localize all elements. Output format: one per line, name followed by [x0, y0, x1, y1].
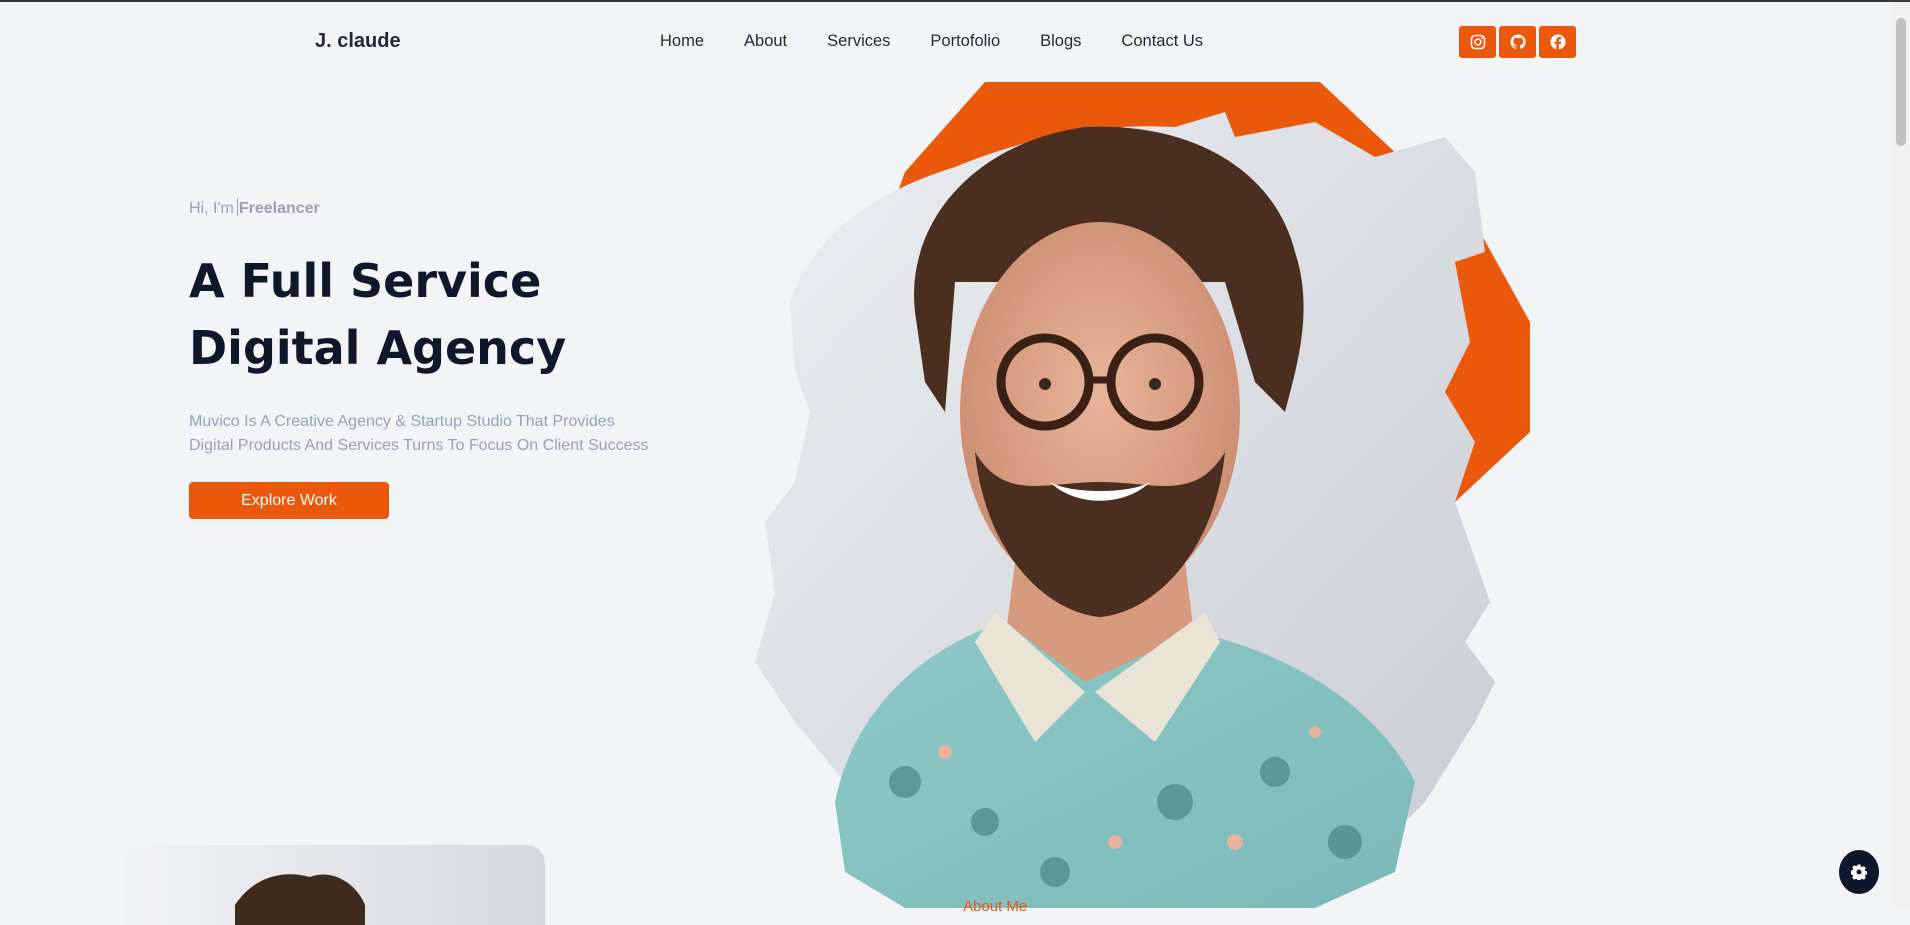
hero-desc-line1: Muvico Is A Creative Agency & Startup St…: [189, 413, 615, 430]
nav-about[interactable]: About: [744, 32, 787, 51]
hero-portrait-image: [755, 82, 1530, 908]
nav-home[interactable]: Home: [660, 32, 704, 51]
hero-greeting: Hi, I'm Freelancer: [189, 198, 320, 218]
settings-button[interactable]: [1839, 850, 1879, 894]
nav-portofolio[interactable]: Portofolio: [930, 32, 1000, 51]
hero-title: A Full Service Digital Agency: [189, 248, 566, 382]
instagram-button[interactable]: [1459, 26, 1496, 58]
instagram-icon: [1470, 34, 1485, 50]
social-links: [1459, 26, 1578, 58]
facebook-icon: [1550, 34, 1565, 50]
nav-blogs[interactable]: Blogs: [1040, 32, 1081, 51]
gear-icon: [1851, 864, 1867, 880]
site-header: J. claude Home About Services Portofolio…: [0, 2, 1892, 82]
github-icon: [1510, 34, 1526, 50]
hero-title-line1: A Full Service: [189, 254, 542, 308]
about-section-label: About Me: [963, 898, 1028, 915]
github-button[interactable]: [1499, 26, 1536, 58]
hero-description: Muvico Is A Creative Agency & Startup St…: [189, 410, 659, 458]
typing-cursor: [236, 198, 238, 216]
nav-contact[interactable]: Contact Us: [1121, 32, 1203, 51]
explore-work-button[interactable]: Explore Work: [189, 482, 389, 519]
main-nav: Home About Services Portofolio Blogs Con…: [660, 32, 1243, 51]
brand-logo[interactable]: J. claude: [315, 30, 401, 53]
about-photo-image: [235, 874, 365, 925]
hero-desc-line2: Digital Products And Services Turns To F…: [189, 437, 649, 454]
greeting-role: Freelancer: [238, 200, 320, 217]
facebook-button[interactable]: [1539, 26, 1576, 58]
nav-services[interactable]: Services: [827, 32, 890, 51]
hero-title-line2: Digital Agency: [189, 321, 567, 375]
about-photo-card: [125, 845, 545, 925]
scrollbar-thumb[interactable]: [1896, 18, 1906, 146]
greeting-prefix: Hi, I'm: [189, 200, 234, 217]
